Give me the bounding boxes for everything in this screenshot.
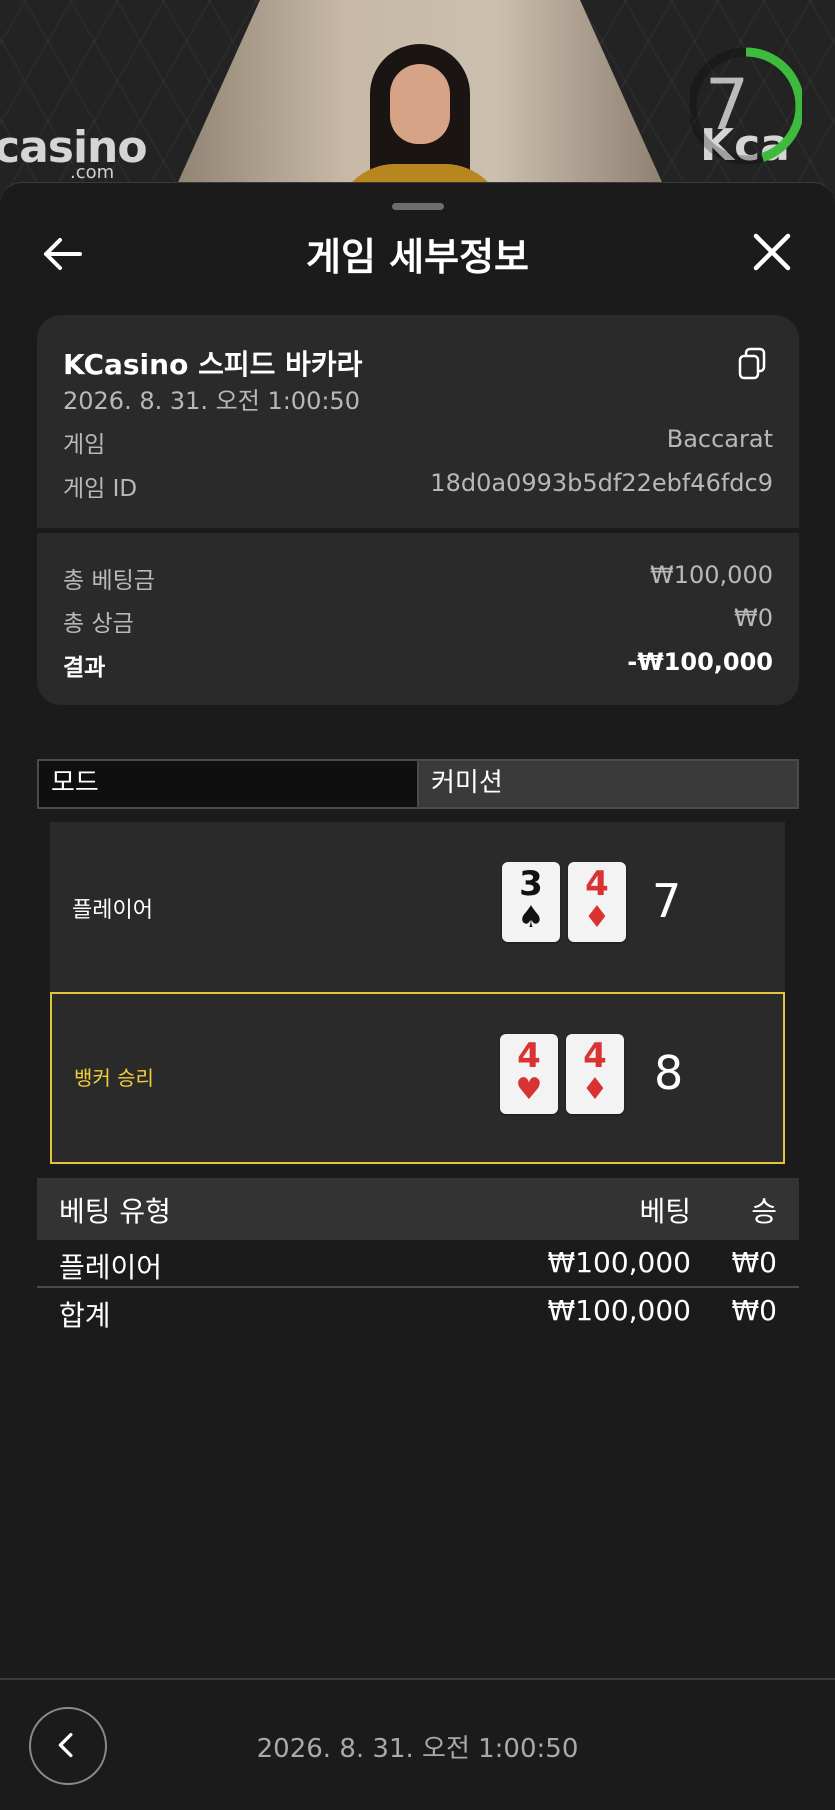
- game-date: 2026. 8. 31. 오전 1:00:50: [63, 387, 360, 415]
- live-video: casino .com Kca 7: [0, 0, 835, 200]
- total-label: 합계: [59, 1299, 111, 1332]
- bet-type-header: 베팅 유형: [59, 1195, 171, 1228]
- tab-mode[interactable]: 모드: [39, 761, 417, 807]
- game-name: KCasino 스피드 바카라: [63, 348, 363, 381]
- player-hand-label: 플레이어: [72, 898, 153, 923]
- footer-round-date: 2026. 8. 31. 오전 1:00:50: [256, 1734, 579, 1764]
- total-win: ₩0: [731, 1294, 778, 1327]
- card-rank: 4: [583, 1036, 607, 1076]
- banker-card-1: 4 ♥: [500, 1034, 558, 1114]
- game-id-value: 18d0a0993b5df22ebf46fdc9: [430, 469, 773, 497]
- spade-icon: ♠: [517, 900, 545, 935]
- game-type-value: Baccarat: [666, 425, 773, 453]
- total-bet: ₩100,000: [547, 1294, 691, 1327]
- sheet-drag-handle[interactable]: [392, 203, 444, 210]
- footer-divider: [0, 1678, 835, 1680]
- total-bet-value: ₩100,000: [650, 561, 773, 589]
- card-rank: 4: [585, 864, 609, 904]
- card-rank: 4: [517, 1036, 541, 1076]
- banker-hand: 뱅커 승리 4 ♥ 4 ♦ 8: [50, 992, 785, 1164]
- page-title: 게임 세부정보: [306, 235, 529, 279]
- copy-icon[interactable]: [737, 347, 767, 381]
- total-win-value: ₩0: [734, 604, 773, 632]
- tab-commission[interactable]: 커미션: [417, 761, 797, 807]
- diamond-icon: ♦: [581, 1072, 609, 1107]
- table-total-row: 합계 ₩100,000 ₩0: [37, 1288, 799, 1336]
- total-bet-label: 총 베팅금: [63, 568, 155, 594]
- result-value: -₩100,000: [627, 648, 773, 676]
- total-win-label: 총 상금: [63, 611, 134, 637]
- table-row: 플레이어 ₩100,000 ₩0: [37, 1240, 799, 1288]
- countdown-timer-value: 7: [704, 64, 750, 146]
- game-id-label: 게임 ID: [63, 476, 138, 502]
- player-card-1: 3 ♠: [502, 862, 560, 942]
- dealer: [335, 44, 505, 200]
- player-card-2: 4 ♦: [568, 862, 626, 942]
- banker-card-2: 4 ♦: [566, 1034, 624, 1114]
- result-label: 결과: [63, 655, 106, 681]
- game-summary-card: KCasino 스피드 바카라 2026. 8. 31. 오전 1:00:50 …: [37, 315, 799, 705]
- player-hand: 플레이어 3 ♠ 4 ♦ 7: [50, 822, 785, 994]
- bet-win-header: 승: [751, 1195, 777, 1228]
- game-type-label: 게임: [63, 432, 106, 458]
- bet-win: ₩0: [731, 1246, 778, 1279]
- card-divider: [37, 528, 799, 533]
- bet-amount: ₩100,000: [547, 1246, 691, 1279]
- heart-icon: ♥: [515, 1072, 543, 1107]
- bet-type: 플레이어: [59, 1251, 163, 1284]
- banker-hand-label: 뱅커 승리: [74, 1066, 154, 1090]
- bet-amount-header: 베팅: [639, 1195, 691, 1228]
- banker-score: 8: [654, 1046, 684, 1100]
- mode-tabs: 모드 커미션: [37, 759, 799, 809]
- player-score: 7: [652, 874, 682, 928]
- card-rank: 3: [519, 864, 543, 904]
- brand-logo-left-sub: .com: [70, 162, 115, 183]
- diamond-icon: ♦: [583, 900, 611, 935]
- close-icon[interactable]: [752, 232, 792, 272]
- bet-table-header: 베팅 유형 베팅 승: [37, 1178, 799, 1240]
